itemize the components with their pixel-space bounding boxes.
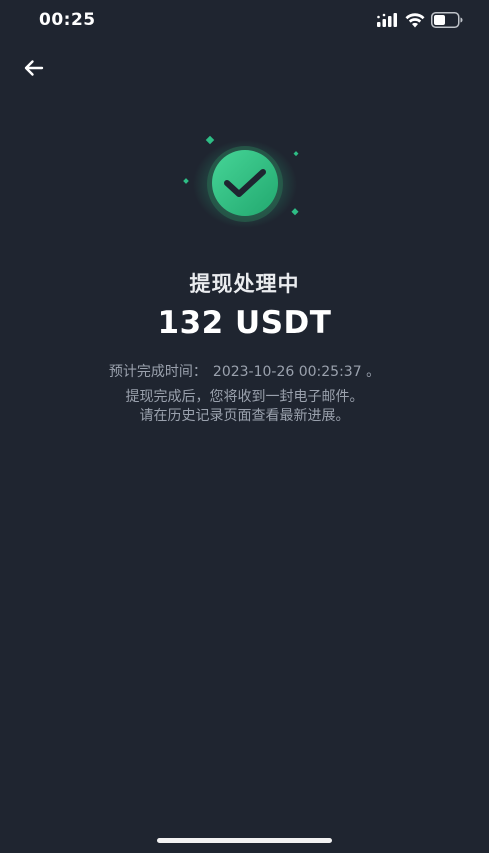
eta-label: 预计完成时间： [108,364,207,380]
estimated-completion: 预计完成时间： 2023-10-26 00:25:37 。 [0,361,489,381]
withdrawal-amount: 132 USDT [157,305,332,341]
eta-suffix: 。 [361,364,381,380]
battery-icon [431,12,463,28]
status-bar: 00:25 [0,0,489,44]
status-title: 提现处理中 [189,272,300,296]
eta-value: 2023-10-26 00:25:37 [212,364,362,380]
check-circle-icon [183,135,299,228]
cellular-signal-icon [377,13,397,27]
history-notice: 请在历史记录页面查看最新进展。 [139,408,350,424]
wifi-icon [405,13,425,28]
home-indicator[interactable] [157,838,332,843]
status-time: 00:25 [39,10,96,30]
email-notice: 提现完成后，您将收到一封电子邮件。 [125,389,364,405]
back-button[interactable] [18,54,50,82]
arrow-left-icon [24,60,44,76]
